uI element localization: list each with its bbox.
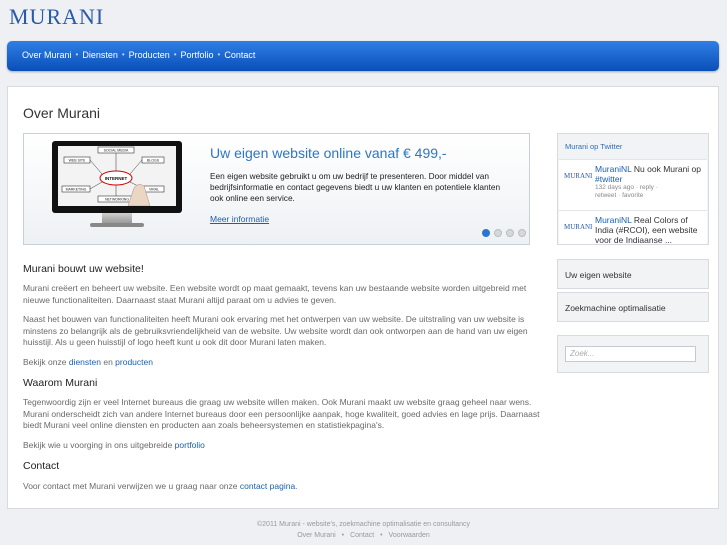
paragraph: Naast het bouwen van functionaliteiten h… [23, 314, 528, 347]
slider-dot-2[interactable] [494, 229, 502, 237]
svg-text:SOCIAL MEDIA: SOCIAL MEDIA [104, 149, 129, 153]
section-heading: Waarom Murani [23, 377, 98, 389]
nav-separator: • [75, 50, 79, 59]
tweet: MURANI MuraniNL Real Colors of India (#R… [559, 210, 707, 244]
svg-text:BLOGS: BLOGS [147, 159, 160, 163]
monitor-illustration: SOCIAL MEDIA WEB SITE BLOGS INTERNET MAR… [52, 141, 182, 229]
sidebar-link-zoekmachine[interactable]: Zoekmachine optimalisatie [558, 293, 708, 323]
diensten-link[interactable]: diensten [69, 357, 101, 367]
nav-item-contact[interactable]: Contact [224, 50, 255, 60]
main-panel: Over Murani SOCIAL MEDIA WEB SITE BLOGS … [7, 86, 719, 509]
nav-item-producten[interactable]: Producten [129, 50, 170, 60]
twitter-avatar[interactable]: MURANI [564, 223, 592, 235]
nav-item-diensten[interactable]: Diensten [82, 50, 118, 60]
footer-link-over-murani[interactable]: Over Murani [297, 532, 336, 539]
hashtag-link[interactable]: #twitter [595, 174, 622, 184]
page-title: Over Murani [23, 105, 101, 121]
slider-dot-1[interactable] [482, 229, 490, 237]
nav-separator: • [217, 50, 221, 59]
svg-text:INTERNET: INTERNET [105, 176, 128, 181]
paragraph: Murani creëert en beheert uw website. Ee… [23, 283, 527, 305]
svg-text:MARKETING: MARKETING [66, 188, 87, 192]
main-navigation: Over Murani • Diensten • Producten • Por… [7, 41, 719, 71]
footer-link-contact[interactable]: Contact [350, 532, 374, 539]
links-line: Bekijk wie u voorging in ons uitgebreide… [23, 439, 205, 450]
footer-link-voorwaarden[interactable]: Voorwaarden [389, 532, 430, 539]
site-logo[interactable]: MURANI [9, 4, 104, 30]
slide-title: Uw eigen website online vanaf € 499,- [210, 145, 447, 161]
links-line: Bekijk onze diensten en producten [23, 356, 153, 367]
section-heading: Murani bouwt uw website! [23, 263, 144, 275]
tweet-actions[interactable]: retweet · favorite [595, 192, 705, 200]
nav-item-portfolio[interactable]: Portfolio [181, 50, 214, 60]
footer-separator: • [380, 532, 383, 539]
slider-pagination [482, 229, 526, 237]
nav-separator: • [173, 50, 177, 59]
links-line: Voor contact met Murani verwijzen we u g… [23, 481, 298, 491]
footer-copyright: ©2011 Murani - website's, zoekmachine op… [257, 521, 470, 528]
twitter-avatar[interactable]: MURANI [564, 172, 592, 184]
article-content: Murani bouwt uw website! Murani creëert … [23, 263, 548, 493]
twitter-heading[interactable]: Murani op Twitter [558, 134, 708, 159]
svg-text:NETWORKING: NETWORKING [105, 198, 129, 202]
sidebar-link-box[interactable]: Zoekmachine optimalisatie [557, 292, 709, 322]
tweet-meta[interactable]: 132 days ago · reply · [595, 184, 705, 192]
tweet-user-link[interactable]: MuraniNL [595, 215, 632, 225]
nav-item-over-murani[interactable]: Over Murani [22, 50, 72, 60]
paragraph: Tegenwoordig zijn er veel Internet burea… [23, 397, 540, 430]
svg-text:WEB SITE: WEB SITE [69, 159, 86, 163]
slider-dot-3[interactable] [506, 229, 514, 237]
twitter-widget: Murani op Twitter MURANI MuraniNL Nu ook… [557, 133, 709, 245]
producten-link[interactable]: producten [115, 357, 153, 367]
featured-slider: SOCIAL MEDIA WEB SITE BLOGS INTERNET MAR… [23, 133, 530, 245]
slider-dot-4[interactable] [518, 229, 526, 237]
tweet: MURANI MuraniNL Nu ook Murani op #twitte… [559, 159, 707, 210]
portfolio-link[interactable]: portfolio [175, 440, 205, 450]
nav-separator: • [121, 50, 125, 59]
sidebar-link-box[interactable]: Uw eigen website [557, 259, 709, 289]
footer-separator: • [341, 532, 345, 539]
search-box: Zoek... [557, 335, 709, 373]
tweet-user-link[interactable]: MuraniNL [595, 164, 632, 174]
footer: ©2011 Murani - website's, zoekmachine op… [0, 519, 727, 541]
more-info-link[interactable]: Meer informatie [210, 214, 269, 224]
marketing-diagram-image: SOCIAL MEDIA WEB SITE BLOGS INTERNET MAR… [61, 146, 165, 207]
search-input[interactable]: Zoek... [565, 346, 696, 362]
sidebar-link-eigen-website[interactable]: Uw eigen website [558, 260, 708, 290]
contact-page-link[interactable]: contact pagina [240, 481, 295, 491]
svg-text:VIRAL: VIRAL [149, 188, 159, 192]
section-heading: Contact [23, 460, 60, 472]
slide-description: Een eigen website gebruikt u om uw bedri… [210, 171, 501, 203]
